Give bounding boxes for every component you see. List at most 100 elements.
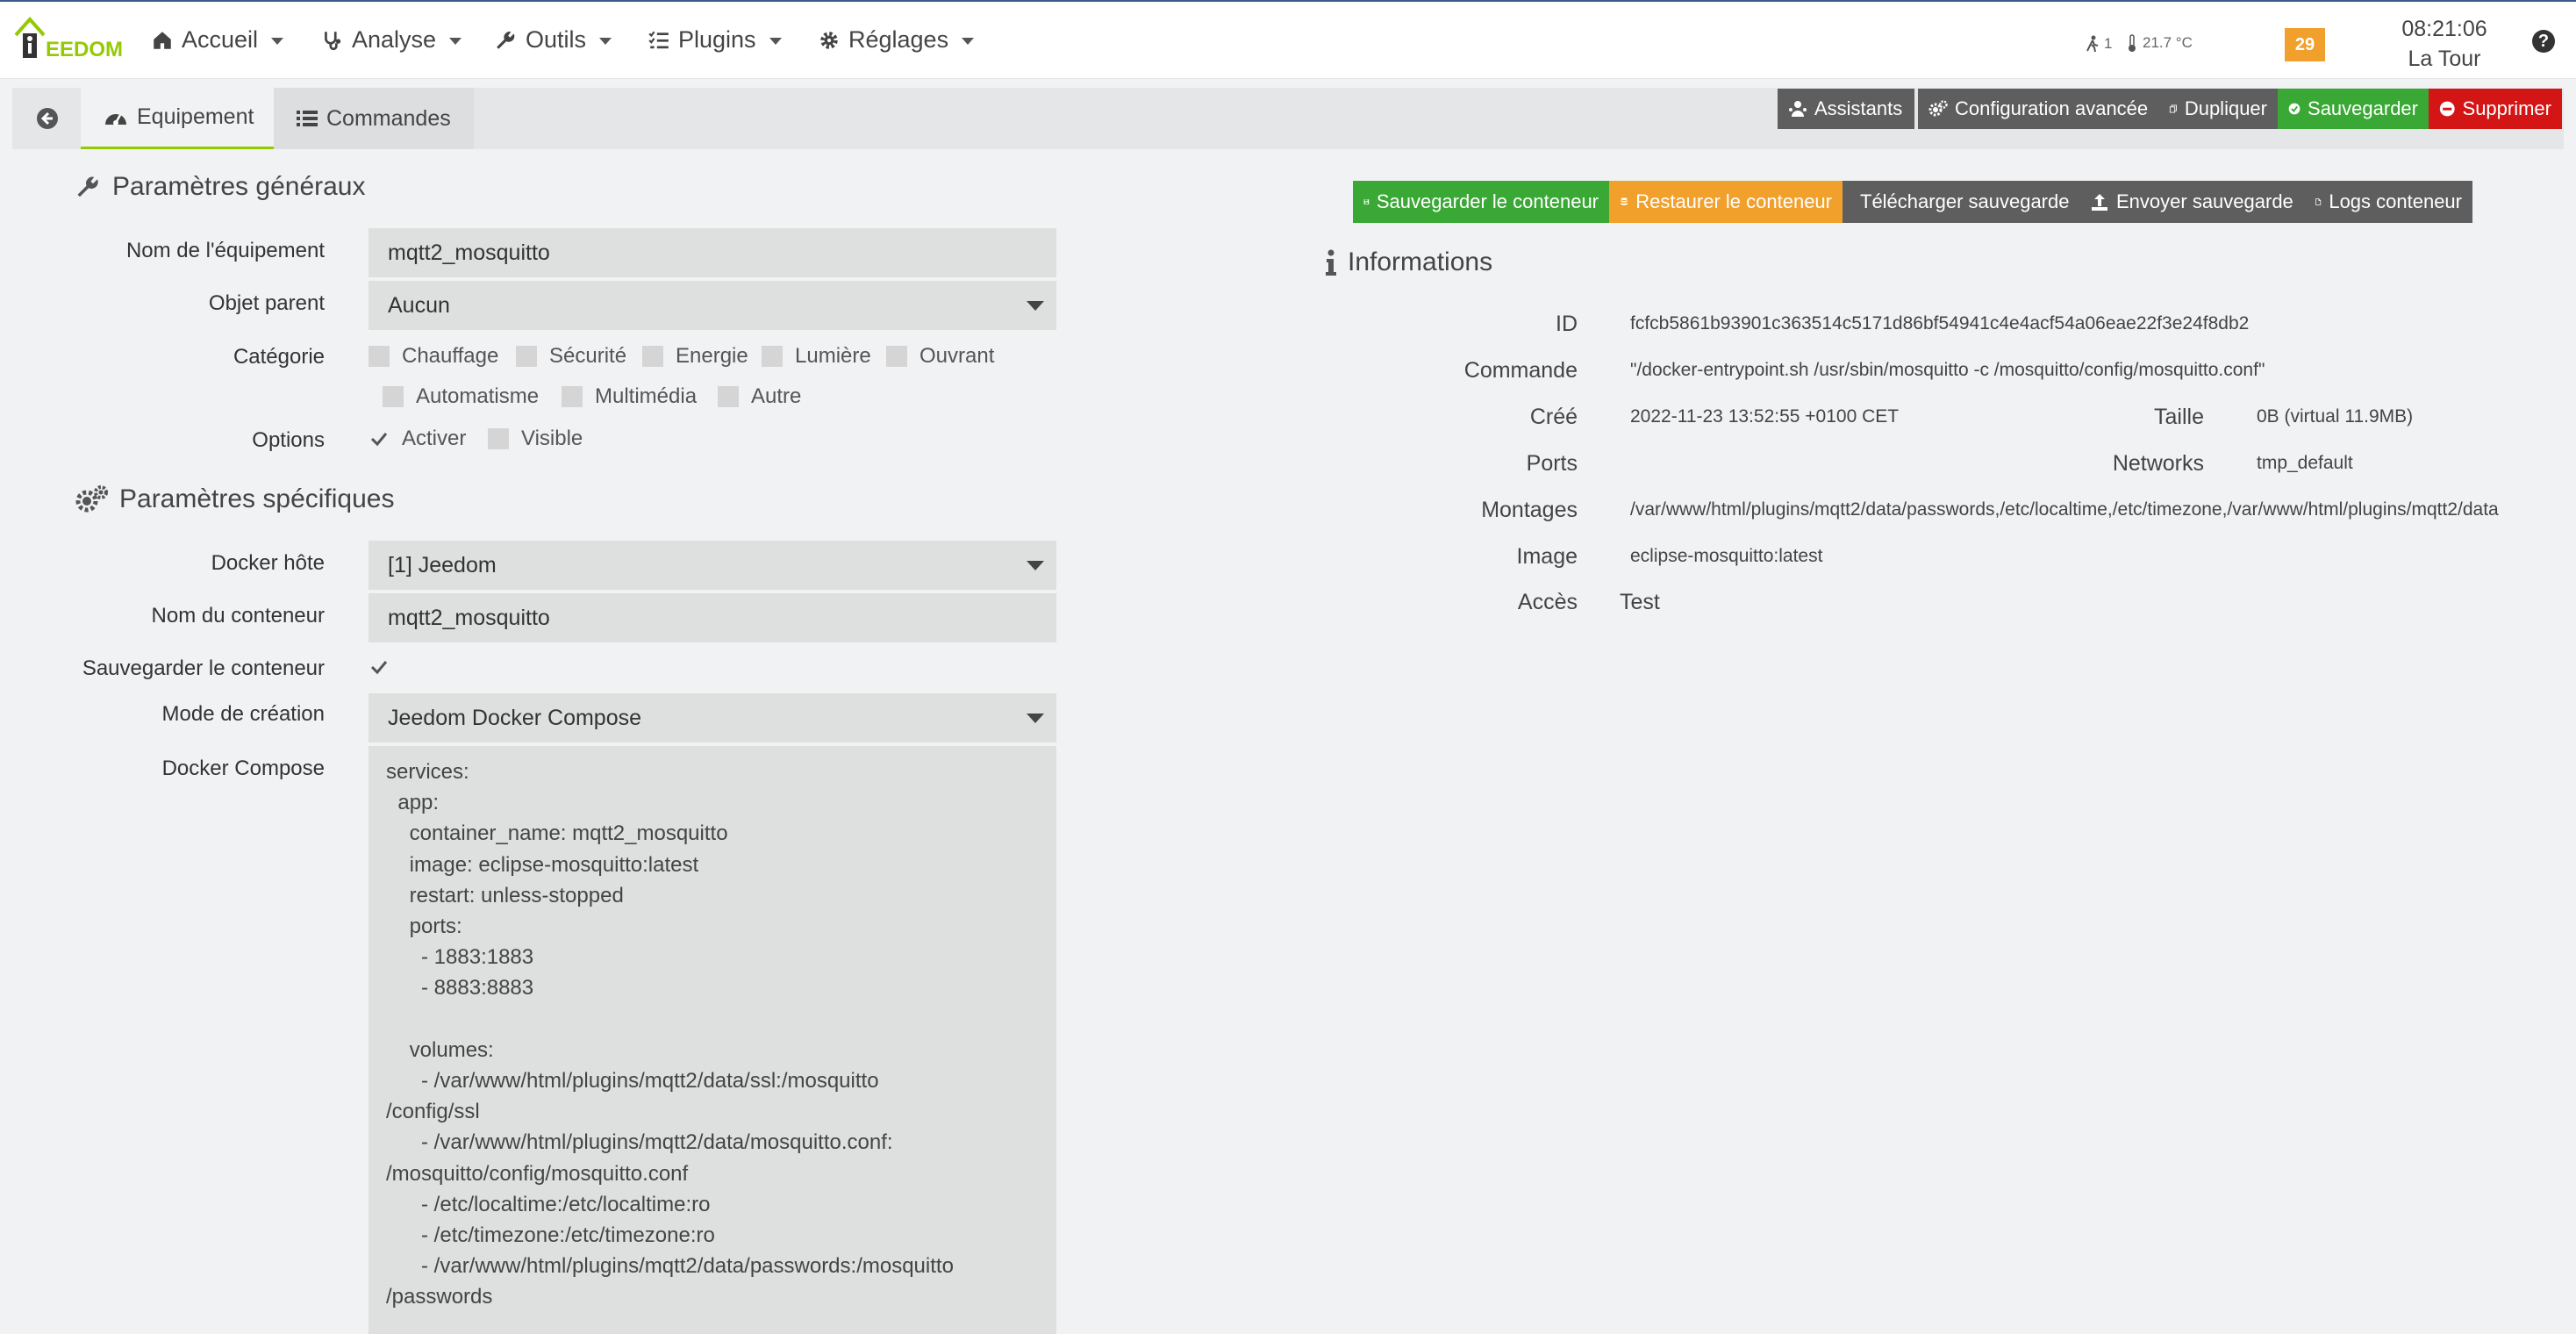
creation-mode-select[interactable]: Jeedom Docker Compose [369, 693, 1056, 742]
tasks-icon [648, 31, 669, 48]
docker-host-select[interactable]: [1] Jeedom [369, 541, 1056, 590]
category-label-text: Chauffage [402, 344, 499, 368]
chevron-down-icon [1027, 714, 1044, 723]
presence-indicator[interactable]: 1 [2085, 35, 2112, 53]
checkbox[interactable] [718, 386, 739, 407]
mounts-value-container: /var/www/html/plugins/mqtt2/data/passwor… [1630, 499, 2560, 526]
restore-container-text: Restaurer le conteneur [1635, 190, 1832, 212]
copy-icon [2169, 104, 2177, 113]
delete-label: Supprimer [2462, 97, 2551, 119]
checkbox-checked[interactable] [369, 428, 390, 449]
checkbox[interactable] [762, 346, 783, 367]
category-automatisme[interactable]: Automatisme [383, 384, 539, 409]
floppy-icon [1363, 199, 1370, 204]
parent-object-value: Aucun [388, 292, 450, 318]
menu-accueil-label: Accueil [182, 26, 259, 53]
chevron-down-icon [449, 38, 462, 45]
check-circle-icon [2288, 103, 2301, 115]
category-energie[interactable]: Energie [642, 344, 748, 369]
equipment-name-input[interactable]: mqtt2_mosquitto [369, 228, 1056, 277]
category-securite[interactable]: Sécurité [516, 344, 626, 369]
id-value: fcfcb5861b93901c363514c5171d86bf54941c4e… [1630, 313, 2250, 334]
assistants-label: Assistants [1814, 97, 1903, 119]
tab-commandes[interactable]: Commandes [274, 88, 474, 149]
docker-host-value: [1] Jeedom [388, 552, 497, 577]
size-label: Taille [2154, 405, 2204, 429]
menu-outils[interactable]: Outils [495, 26, 612, 54]
config-avancee-button[interactable]: Configuration avancée [1918, 89, 2165, 129]
menu-reglages[interactable]: Réglages [818, 26, 975, 54]
checkbox[interactable] [488, 428, 509, 449]
gear-icon [820, 31, 838, 49]
tab-commandes-label: Commandes [326, 105, 451, 131]
creation-mode-label: Mode de création [161, 702, 325, 726]
container-name-input[interactable]: mqtt2_mosquitto [369, 593, 1056, 642]
menu-outils-label: Outils [526, 26, 587, 53]
category-lumiere[interactable]: Lumière [762, 344, 871, 369]
temperature-value: 21.7 °C [2143, 34, 2193, 51]
category-ouvrant[interactable]: Ouvrant [886, 344, 994, 369]
chevron-down-icon [1027, 301, 1044, 311]
category-multimedia[interactable]: Multimédia [562, 384, 697, 409]
size-value: 0B (virtual 11.9MB) [2257, 406, 2414, 427]
category-label: Catégorie [233, 345, 325, 369]
check-icon [370, 433, 388, 447]
menu-plugins[interactable]: Plugins [648, 26, 782, 54]
help-icon[interactable]: ? [2532, 30, 2555, 53]
checkbox[interactable] [562, 386, 583, 407]
docker-host-label: Docker hôte [211, 551, 325, 575]
category-autre[interactable]: Autre [718, 384, 801, 409]
clock: 08:21:06 La Tour [2386, 14, 2502, 74]
assistants-button[interactable]: Assistants [1778, 89, 1914, 129]
docker-compose-textarea[interactable]: services: app: container_name: mqtt2_mos… [369, 746, 1056, 1334]
creation-mode-value: Jeedom Docker Compose [388, 705, 642, 730]
dupliquer-button[interactable]: Dupliquer [2158, 89, 2278, 129]
temperature-indicator[interactable]: 21.7 °C [2127, 33, 2193, 53]
command-label: Commande [1463, 358, 1578, 383]
menu-accueil[interactable]: Accueil [151, 26, 284, 54]
save-container-checkbox[interactable] [369, 656, 390, 678]
options-label: Options [252, 428, 325, 452]
walking-icon [2086, 35, 2099, 53]
database-icon [1621, 197, 1628, 205]
container-logs-text: Logs conteneur [2329, 190, 2462, 212]
upload-icon [2092, 194, 2107, 211]
save-container-button[interactable]: Sauvegarder le conteneur [1353, 181, 1609, 223]
checkbox[interactable] [369, 346, 390, 367]
messages-badge[interactable]: 29 [2285, 28, 2325, 61]
parent-object-select[interactable]: Aucun [369, 281, 1056, 330]
category-chauffage[interactable]: Chauffage [369, 344, 498, 369]
home-icon [154, 31, 171, 49]
restore-container-button[interactable]: Restaurer le conteneur [1609, 181, 1843, 223]
upload-backup-button[interactable]: Envoyer sauvegarde [2079, 181, 2304, 223]
checkbox[interactable] [886, 346, 907, 367]
option-visible[interactable]: Visible [488, 427, 583, 451]
networks-label: Networks [2112, 451, 2204, 476]
clock-location: La Tour [2408, 47, 2481, 71]
checkbox-checked[interactable] [369, 656, 390, 678]
checkbox[interactable] [642, 346, 663, 367]
users-cog-icon [1789, 101, 1807, 117]
upload-backup-text: Envoyer sauvegarde [2116, 190, 2293, 212]
back-button[interactable] [12, 88, 82, 149]
category-label-text: Autre [751, 384, 802, 408]
minus-circle-icon [2439, 101, 2455, 117]
delete-button[interactable]: Supprimer [2429, 89, 2562, 129]
menu-analyse[interactable]: Analyse [321, 26, 462, 54]
save-button[interactable]: Sauvegarder [2278, 89, 2429, 129]
parent-label: Objet parent [208, 291, 325, 315]
access-value[interactable]: Test [1620, 590, 1660, 615]
jeedom-logo[interactable]: EEDOM [12, 12, 123, 67]
option-activer[interactable]: Activer [369, 427, 466, 451]
menu-analyse-label: Analyse [352, 26, 437, 53]
download-backup-button[interactable]: Télécharger sauvegarde [1843, 181, 2079, 223]
tab-equipement[interactable]: Equipement [81, 88, 277, 149]
container-logs-button[interactable]: Logs conteneur [2304, 181, 2472, 223]
created-label: Créé [1529, 405, 1578, 429]
checkbox[interactable] [383, 386, 404, 407]
list-icon [297, 111, 318, 126]
informations-title-text: Informations [1348, 247, 1493, 276]
checkbox[interactable] [516, 346, 537, 367]
category-label-text: Ouvrant [919, 344, 995, 368]
download-backup-text: Télécharger sauvegarde [1860, 190, 2070, 212]
